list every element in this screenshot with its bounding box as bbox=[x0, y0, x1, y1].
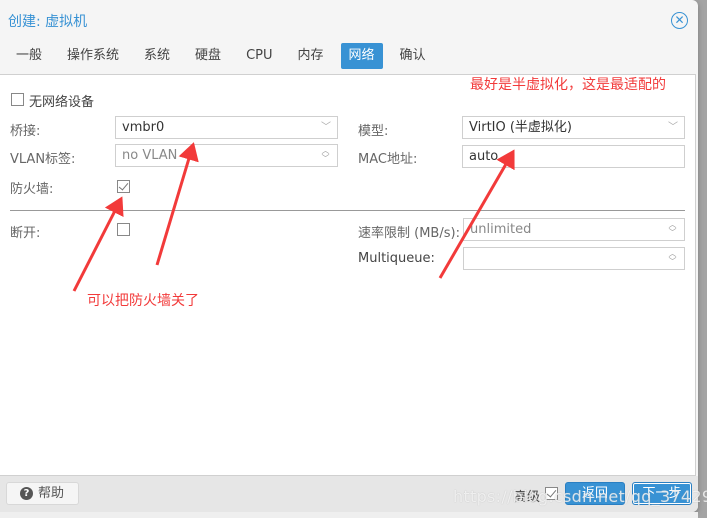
multiqueue-spinner[interactable]: ︿ ﹀ bbox=[667, 250, 678, 267]
vlan-spinner[interactable]: ︿ ﹀ bbox=[320, 147, 331, 164]
spin-down-icon[interactable]: ﹀ bbox=[320, 155, 331, 163]
back-button[interactable]: 返回 bbox=[565, 482, 625, 505]
tab-memory[interactable]: 内存 bbox=[290, 43, 332, 69]
spin-down-icon[interactable]: ﹀ bbox=[667, 258, 678, 266]
advanced-label: 高级 bbox=[514, 490, 541, 505]
multiqueue-field[interactable]: ︿ ﹀ bbox=[463, 247, 685, 270]
tab-general[interactable]: 一般 bbox=[8, 43, 50, 69]
tab-os[interactable]: 操作系统 bbox=[59, 43, 127, 69]
no-network-checkbox[interactable] bbox=[11, 93, 24, 106]
question-circle-icon: ? bbox=[20, 487, 33, 500]
vlan-field[interactable]: no VLAN ︿ ﹀ bbox=[115, 144, 338, 167]
vlan-value: no VLAN bbox=[122, 148, 178, 163]
tab-disk[interactable]: 硬盘 bbox=[187, 43, 229, 69]
rate-limit-spinner[interactable]: ︿ ﹀ bbox=[667, 221, 678, 238]
chevron-down-icon[interactable]: ﹀ bbox=[321, 117, 331, 138]
mac-input[interactable]: auto bbox=[462, 145, 685, 168]
vlan-label: VLAN标签: bbox=[10, 152, 76, 167]
disconnect-label: 断开: bbox=[10, 226, 41, 241]
advanced-separator bbox=[10, 210, 685, 211]
tab-system[interactable]: 系统 bbox=[136, 43, 178, 69]
close-icon[interactable]: ✕ bbox=[671, 12, 688, 29]
model-select[interactable]: VirtIO (半虚拟化) ﹀ bbox=[462, 116, 685, 139]
tab-cpu[interactable]: CPU bbox=[238, 43, 280, 69]
wizard-tabs: 一般 操作系统 系统 硬盘 CPU 内存 网络 确认 bbox=[8, 43, 443, 69]
rate-limit-label: 速率限制 (MB/s): bbox=[358, 226, 460, 241]
firewall-annotation: 可以把防火墙关了 bbox=[87, 293, 199, 309]
spin-down-icon[interactable]: ﹀ bbox=[667, 229, 678, 237]
dialog-footer: ? 帮助 高级 返回 下一步 bbox=[0, 476, 698, 512]
advanced-checkbox[interactable] bbox=[545, 487, 558, 500]
mac-label: MAC地址: bbox=[358, 152, 418, 167]
backdrop-strip bbox=[0, 512, 698, 518]
mac-value: auto bbox=[469, 149, 499, 164]
rate-limit-value: unlimited bbox=[470, 222, 532, 237]
dialog-title: 创建: 虚拟机 bbox=[8, 14, 88, 30]
help-button[interactable]: ? 帮助 bbox=[6, 482, 79, 505]
bridge-value: vmbr0 bbox=[122, 120, 165, 135]
tab-network[interactable]: 网络 bbox=[340, 43, 383, 69]
network-form-panel: 无网络设备 桥接: vmbr0 ﹀ VLAN标签: no VLAN ︿ ﹀ 防火… bbox=[0, 74, 696, 476]
chevron-down-icon[interactable]: ﹀ bbox=[668, 117, 678, 138]
firewall-label: 防火墙: bbox=[10, 182, 54, 197]
tab-confirm[interactable]: 确认 bbox=[392, 43, 434, 69]
rate-limit-field[interactable]: unlimited ︿ ﹀ bbox=[463, 218, 685, 241]
no-network-label: 无网络设备 bbox=[29, 95, 95, 110]
bridge-select[interactable]: vmbr0 ﹀ bbox=[115, 116, 338, 139]
model-value: VirtIO (半虚拟化) bbox=[469, 120, 573, 135]
firewall-checkbox[interactable] bbox=[117, 180, 130, 193]
multiqueue-label: Multiqueue: bbox=[358, 251, 435, 266]
help-label: 帮助 bbox=[38, 486, 65, 501]
bridge-label: 桥接: bbox=[10, 124, 41, 139]
model-annotation: 最好是半虚拟化，这是最适配的 bbox=[470, 77, 666, 93]
model-label: 模型: bbox=[358, 124, 389, 139]
disconnect-checkbox[interactable] bbox=[117, 223, 130, 236]
next-button[interactable]: 下一步 bbox=[632, 482, 692, 505]
